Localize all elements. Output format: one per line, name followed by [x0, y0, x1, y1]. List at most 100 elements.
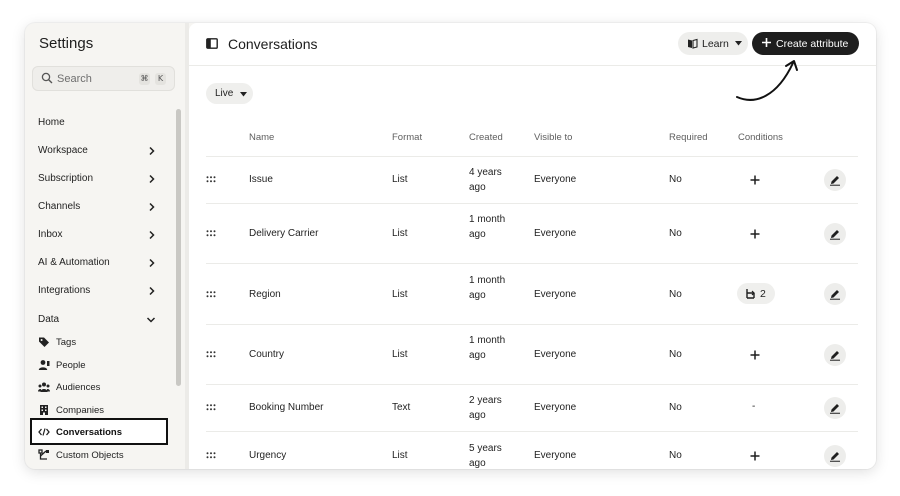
column-header-created[interactable]: Created: [469, 132, 503, 143]
attribute-visible-to: Everyone: [534, 289, 577, 300]
attribute-format: List: [392, 174, 408, 185]
attribute-required: No: [669, 450, 682, 461]
drag-handle-icon[interactable]: [206, 404, 216, 411]
drag-handle-icon[interactable]: [206, 452, 216, 459]
table-row[interactable]: Booking Number Text 2 years ago Everyone…: [206, 384, 858, 431]
chevron-right-icon: [149, 258, 155, 268]
table-row[interactable]: Region List 1 month ago Everyone No 2: [206, 263, 858, 324]
sidebar-item-label: Channels: [38, 201, 81, 212]
attribute-visible-to: Everyone: [534, 349, 577, 360]
sidebar-item-ai-automation[interactable]: AI & Automation: [38, 255, 156, 271]
table-row[interactable]: Urgency List 5 years ago Everyone No: [206, 431, 858, 469]
edit-attribute-button[interactable]: [824, 344, 846, 366]
sidebar-toggle-icon[interactable]: [206, 38, 218, 49]
create-attribute-button[interactable]: Create attribute: [752, 32, 859, 55]
attribute-name[interactable]: Region: [249, 289, 281, 300]
pencil-icon: [830, 452, 840, 462]
shortcut-k-key: K: [155, 73, 166, 85]
edit-attribute-button[interactable]: [824, 169, 846, 191]
sidebar-item-companies[interactable]: Companies: [38, 402, 166, 418]
column-header-visible-to[interactable]: Visible to: [534, 132, 572, 143]
attribute-name[interactable]: Urgency: [249, 450, 286, 461]
sidebar-item-label: People: [56, 360, 86, 371]
pointer-arrow-annotation: [736, 60, 798, 101]
add-condition-icon[interactable]: [750, 350, 760, 360]
settings-window: Settings Search ⌘ K Home Workspace Subsc…: [25, 23, 876, 469]
plus-icon: [762, 38, 771, 47]
sidebar-item-label: Custom Objects: [56, 450, 124, 461]
sidebar-item-integrations[interactable]: Integrations: [38, 283, 156, 299]
sidebar-item-channels[interactable]: Channels: [38, 199, 156, 215]
drag-handle-icon[interactable]: [206, 230, 216, 237]
sidebar-item-label: Companies: [56, 405, 105, 416]
conditions-none: -: [752, 401, 756, 412]
attribute-required: No: [669, 349, 682, 360]
attribute-created: 1 month ago: [469, 275, 506, 301]
search-input[interactable]: Search ⌘ K: [32, 66, 175, 91]
status-filter-dropdown[interactable]: Live: [206, 83, 253, 104]
column-header-format[interactable]: Format: [392, 132, 422, 143]
attribute-format: List: [392, 289, 408, 300]
sidebar-item-label: AI & Automation: [38, 257, 110, 268]
sidebar-item-tags[interactable]: Tags: [38, 334, 166, 350]
drag-handle-icon[interactable]: [206, 291, 216, 298]
drag-handle-icon[interactable]: [206, 176, 216, 183]
chevron-down-icon: [146, 317, 156, 323]
column-header-conditions[interactable]: Conditions: [738, 132, 783, 143]
sidebar-item-subscription[interactable]: Subscription: [38, 171, 156, 187]
sidebar-item-home[interactable]: Home: [38, 115, 156, 131]
sidebar-item-label: Audiences: [56, 382, 101, 393]
learn-button[interactable]: Learn: [678, 32, 748, 55]
column-header-name[interactable]: Name: [249, 132, 274, 143]
edit-attribute-button[interactable]: [824, 445, 846, 467]
sidebar-item-label: Inbox: [38, 229, 63, 240]
attribute-format: List: [392, 450, 408, 461]
sidebar-scrollbar[interactable]: [176, 109, 181, 386]
attribute-name[interactable]: Issue: [249, 174, 273, 185]
attribute-format: List: [392, 228, 408, 239]
status-filter-label: Live: [215, 88, 234, 99]
sidebar-item-label: Subscription: [38, 173, 94, 184]
sidebar-item-label: Integrations: [38, 285, 91, 296]
page-title: Conversations: [228, 36, 318, 52]
attribute-name[interactable]: Booking Number: [249, 402, 323, 413]
learn-label: Learn: [702, 38, 729, 50]
chevron-right-icon: [149, 146, 155, 156]
add-condition-icon[interactable]: [750, 451, 760, 461]
sidebar-item-audiences[interactable]: Audiences: [38, 379, 166, 395]
search-placeholder: Search: [57, 73, 92, 85]
companies-icon: [40, 405, 48, 415]
attribute-required: No: [669, 228, 682, 239]
sidebar-item-label: Data: [38, 314, 60, 325]
table-row[interactable]: Delivery Carrier List 1 month ago Everyo…: [206, 203, 858, 263]
sidebar-title: Settings: [39, 35, 94, 52]
attribute-name[interactable]: Country: [249, 349, 284, 360]
code-brackets-icon: [38, 428, 50, 436]
attribute-created: 5 years ago: [469, 443, 502, 469]
add-condition-icon[interactable]: [750, 175, 760, 185]
sidebar-item-people[interactable]: People: [38, 357, 166, 373]
pencil-icon: [830, 351, 840, 361]
sidebar-item-label: Conversations: [56, 427, 122, 438]
sidebar-item-inbox[interactable]: Inbox: [38, 227, 156, 243]
sidebar-item-label: Tags: [56, 337, 77, 348]
edit-attribute-button[interactable]: [824, 223, 846, 245]
conditions-badge[interactable]: 2: [737, 283, 775, 304]
table-row[interactable]: Country List 1 month ago Everyone No: [206, 324, 858, 384]
shortcut-cmd-key: ⌘: [139, 73, 150, 85]
edit-attribute-button[interactable]: [824, 283, 846, 305]
attribute-visible-to: Everyone: [534, 402, 577, 413]
attribute-name[interactable]: Delivery Carrier: [249, 228, 318, 239]
search-icon: [41, 72, 53, 84]
column-header-required[interactable]: Required: [669, 132, 708, 143]
caret-down-icon: [735, 41, 742, 46]
drag-handle-icon[interactable]: [206, 351, 216, 358]
edit-attribute-button[interactable]: [824, 397, 846, 419]
sidebar-item-workspace[interactable]: Workspace: [38, 143, 156, 159]
add-condition-icon[interactable]: [750, 229, 760, 239]
tag-icon: [39, 337, 49, 347]
sidebar-item-custom-objects[interactable]: Custom Objects: [38, 447, 166, 463]
sidebar-item-data[interactable]: Data: [38, 312, 156, 328]
sidebar-item-conversations[interactable]: Conversations: [30, 418, 168, 445]
table-row[interactable]: Issue List 4 years ago Everyone No: [206, 156, 858, 203]
